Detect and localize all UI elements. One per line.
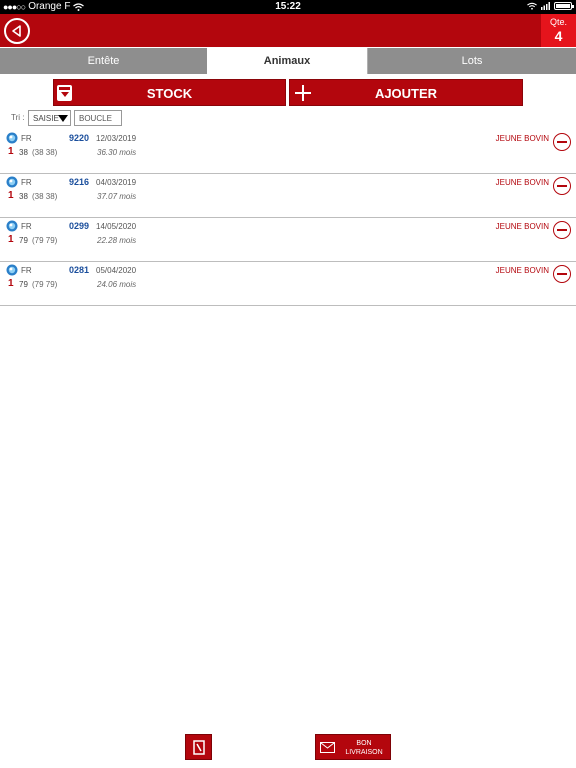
delivery-note-button[interactable]: BON LIVRAISON bbox=[315, 734, 391, 760]
code-detail: (79 79) bbox=[32, 236, 58, 245]
list-item[interactable]: FR 0281 05/04/2020 1 79 (79 79) 24.06 mo… bbox=[0, 262, 576, 306]
rank-value: 1 bbox=[8, 278, 14, 289]
back-arrow-icon bbox=[12, 25, 21, 37]
status-bar: ●●●○○ Orange F 15:22 bbox=[0, 0, 576, 14]
age-value: 22.28 mois bbox=[97, 236, 137, 245]
cellular-signal-icon bbox=[541, 2, 550, 10]
globe-icon bbox=[6, 264, 18, 276]
remove-button[interactable] bbox=[553, 265, 571, 283]
tab-animaux[interactable]: Animaux bbox=[207, 48, 367, 74]
code-detail: (79 79) bbox=[32, 280, 58, 289]
add-button[interactable]: AJOUTER bbox=[289, 79, 523, 106]
remove-button[interactable] bbox=[553, 133, 571, 151]
sort-select[interactable]: SAISIE bbox=[28, 110, 71, 126]
rank-value: 1 bbox=[8, 190, 14, 201]
stock-button-label: STOCK bbox=[146, 86, 193, 101]
quantity-label: Qte. bbox=[549, 17, 567, 27]
birth-date: 14/05/2020 bbox=[96, 222, 137, 231]
code-detail: (38 38) bbox=[32, 192, 58, 201]
globe-icon bbox=[6, 220, 18, 232]
age-value: 36.30 mois bbox=[97, 148, 137, 157]
country-code: FR bbox=[21, 222, 32, 231]
quantity-value: 4 bbox=[554, 28, 563, 44]
status-right bbox=[527, 2, 574, 10]
tab-lots[interactable]: Lots bbox=[368, 48, 576, 74]
back-button[interactable] bbox=[4, 18, 30, 44]
code-value: 38 bbox=[19, 192, 28, 201]
list-item[interactable]: FR 9220 12/03/2019 1 38 (38 38) 36.30 mo… bbox=[0, 130, 576, 174]
country-code: FR bbox=[21, 178, 32, 187]
list-item[interactable]: FR 9216 04/03/2019 1 38 (38 38) 37.07 mo… bbox=[0, 174, 576, 218]
app-header: Qte. 4 bbox=[0, 14, 576, 47]
age-value: 24.06 mois bbox=[97, 280, 137, 289]
clock: 15:22 bbox=[275, 1, 301, 12]
country-code: FR bbox=[21, 266, 32, 275]
globe-icon bbox=[6, 132, 18, 144]
mail-icon bbox=[320, 742, 335, 753]
code-detail: (38 38) bbox=[32, 148, 58, 157]
age-value: 37.07 mois bbox=[97, 192, 137, 201]
add-button-label: AJOUTER bbox=[374, 86, 438, 101]
category-label: JEUNE BOVIN bbox=[495, 266, 549, 275]
delivery-note-line1: BON bbox=[356, 740, 372, 747]
battery-icon bbox=[554, 2, 574, 10]
document-button[interactable] bbox=[185, 734, 212, 760]
stock-button[interactable]: STOCK bbox=[53, 79, 286, 106]
quantity-badge: Qte. 4 bbox=[541, 14, 576, 47]
delivery-note-label: BON LIVRAISON bbox=[338, 739, 390, 757]
code-value: 79 bbox=[19, 236, 28, 245]
sort-selected-value: SAISIE bbox=[33, 114, 59, 123]
category-label: JEUNE BOVIN bbox=[495, 134, 549, 143]
chevron-down-icon bbox=[58, 115, 68, 122]
category-label: JEUNE BOVIN bbox=[495, 178, 549, 187]
code-value: 79 bbox=[19, 280, 28, 289]
category-label: JEUNE BOVIN bbox=[495, 222, 549, 231]
rank-value: 1 bbox=[8, 146, 14, 157]
globe-icon bbox=[6, 176, 18, 188]
birth-date: 12/03/2019 bbox=[96, 134, 137, 143]
birth-date: 05/04/2020 bbox=[96, 266, 137, 275]
list-item[interactable]: FR 0299 14/05/2020 1 79 (79 79) 22.28 mo… bbox=[0, 218, 576, 262]
rank-value: 1 bbox=[8, 234, 14, 245]
birth-date: 04/03/2019 bbox=[96, 178, 137, 187]
document-icon bbox=[193, 740, 205, 755]
animal-number: 9216 bbox=[69, 177, 90, 187]
animal-number: 9220 bbox=[69, 133, 90, 143]
tab-entete[interactable]: Entête bbox=[0, 48, 207, 74]
wifi-icon bbox=[527, 2, 537, 10]
remove-button[interactable] bbox=[553, 177, 571, 195]
code-value: 38 bbox=[19, 148, 28, 157]
animal-number: 0299 bbox=[69, 221, 90, 231]
animal-number: 0281 bbox=[69, 265, 90, 275]
delivery-note-line2: LIVRAISON bbox=[345, 749, 383, 756]
tab-bar: Entête Animaux Lots bbox=[0, 48, 576, 74]
boucle-search-input[interactable] bbox=[74, 110, 122, 126]
sort-label: Tri : bbox=[11, 113, 25, 122]
remove-button[interactable] bbox=[553, 221, 571, 239]
country-code: FR bbox=[21, 134, 32, 143]
